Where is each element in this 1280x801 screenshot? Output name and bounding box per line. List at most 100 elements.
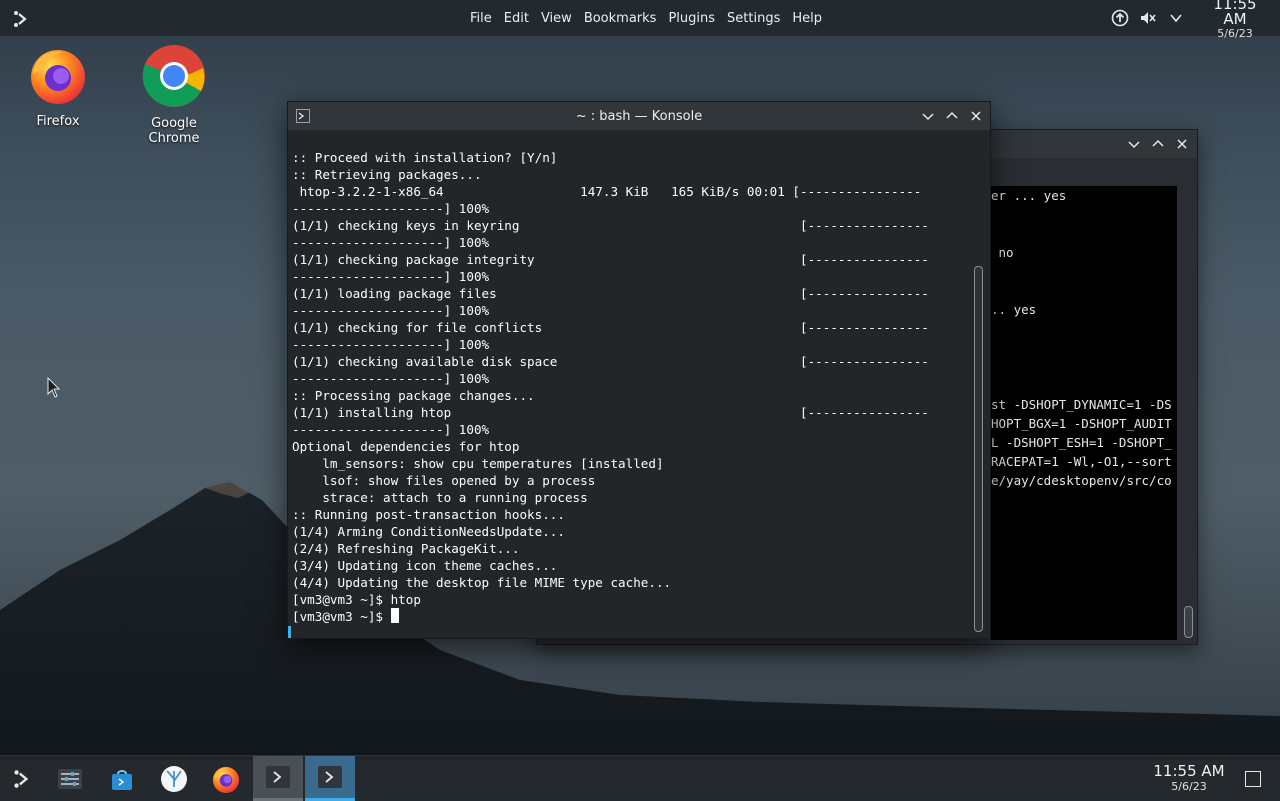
terminal-line: (1/1) checking keys in keyring [--------…: [292, 218, 929, 233]
application-launcher-icon[interactable]: [10, 8, 32, 30]
close-button[interactable]: [968, 108, 984, 124]
scrollbar-thumb[interactable]: [974, 266, 983, 632]
terminal-line: --------------------] 100%: [292, 235, 490, 250]
scrollbar[interactable]: [1183, 186, 1193, 638]
terminal-line: e/yay/cdesktopenv/src/co: [991, 473, 1172, 488]
background-terminal-output[interactable]: er ... yes no .. yes st -DSHOPT_DYNAMIC=…: [991, 186, 1177, 640]
terminal-text: :: Proceed with installation? [Y/n]:: Re…: [292, 149, 964, 608]
terminal-line: (4/4) Updating the desktop file MIME typ…: [292, 575, 672, 590]
global-menu-bar: File Edit View Bookmarks Plugins Setting…: [464, 0, 828, 36]
terminal-icon: [266, 766, 290, 788]
terminal-line: (1/1) installing htop [----------------: [292, 405, 929, 420]
top-panel: File Edit View Bookmarks Plugins Setting…: [0, 0, 1280, 39]
terminal-line: lm_sensors: show cpu temperatures [insta…: [292, 456, 664, 471]
mouse-pointer-icon: [47, 377, 61, 398]
coral-app-launcher[interactable]: [152, 756, 196, 801]
terminal-line: :: Running post-transaction hooks...: [292, 507, 565, 522]
konsole-icon[interactable]: [296, 108, 310, 123]
show-desktop-button[interactable]: [1245, 771, 1261, 787]
terminal-line: --------------------] 100%: [292, 269, 490, 284]
terminal-line: (1/1) checking package integrity [------…: [292, 252, 929, 267]
system-tray: 11:55 AM 5/6/23: [1110, 0, 1280, 39]
menu-settings[interactable]: Settings: [721, 11, 786, 26]
system-settings-launcher[interactable]: [48, 756, 92, 801]
menu-plugins[interactable]: Plugins: [662, 11, 721, 26]
update-notifier-icon[interactable]: [1110, 8, 1130, 28]
top-clock[interactable]: 11:55 AM 5/6/23: [1200, 0, 1270, 39]
settings-sliders-icon: [58, 768, 82, 789]
terminal-line: :: Proceed with installation? [Y/n]: [292, 150, 558, 165]
terminal-line: no: [991, 245, 1014, 260]
firefox-icon: [212, 766, 240, 793]
desktop-icon-chrome[interactable]: Google Chrome: [124, 44, 224, 146]
terminal-line: RACEPAT=1 -Wl,-O1,--sort: [991, 454, 1172, 469]
task-konsole[interactable]: [305, 756, 355, 801]
top-clock-time: 11:55 AM: [1213, 0, 1257, 28]
terminal-line: [vm3@vm3 ~]$ htop: [292, 592, 421, 607]
terminal-line: st -DSHOPT_DYNAMIC=1 -DS: [991, 397, 1172, 412]
terminal-line: HOPT_BGX=1 -DSHOPT_AUDIT: [991, 416, 1172, 431]
maximize-button[interactable]: [944, 108, 960, 124]
window-titlebar[interactable]: ~ : bash — Konsole: [288, 102, 990, 130]
chrome-icon: [142, 45, 205, 107]
desktop-icon-label: Firefox: [36, 114, 80, 129]
task-background-terminal[interactable]: [253, 756, 303, 801]
focus-indicator: [288, 626, 291, 638]
menu-help[interactable]: Help: [786, 11, 828, 26]
terminal-line: er ... yes: [991, 188, 1067, 203]
terminal-prompt-line[interactable]: [vm3@vm3 ~]$: [292, 608, 964, 625]
terminal-line: --------------------] 100%: [292, 337, 490, 352]
terminal-line: --------------------] 100%: [292, 303, 490, 318]
terminal-prompt: [vm3@vm3 ~]$: [292, 609, 391, 624]
application-launcher-button[interactable]: [0, 756, 44, 801]
taskbar-clock[interactable]: 11:55 AM 5/6/23: [1150, 762, 1228, 793]
scrollbar-thumb[interactable]: [1184, 606, 1193, 638]
terminal-line: .. yes: [991, 302, 1037, 317]
terminal-line: --------------------] 100%: [292, 422, 490, 437]
desktop-icon-firefox[interactable]: Firefox: [8, 44, 108, 129]
close-button[interactable]: [1174, 136, 1190, 152]
maximize-button[interactable]: [1150, 136, 1166, 152]
konsole-window[interactable]: ~ : bash — Konsole :: Proceed with insta…: [287, 101, 991, 639]
terminal-line: htop-3.2.2-1-x86_64 147.3 KiB 165 KiB/s …: [292, 184, 922, 199]
bottom-taskbar: 11:55 AM 5/6/23: [0, 755, 1280, 801]
volume-muted-icon[interactable]: [1138, 8, 1158, 28]
menu-edit[interactable]: Edit: [498, 11, 535, 26]
menu-file[interactable]: File: [464, 11, 498, 26]
taskbar-clock-date: 5/6/23: [1171, 780, 1207, 793]
terminal-line: (2/4) Refreshing PackageKit...: [292, 541, 520, 556]
terminal-line: (1/1) checking available disk space [---…: [292, 354, 929, 369]
terminal-line: (1/1) checking for file conflicts [-----…: [292, 320, 929, 335]
minimize-button[interactable]: [920, 108, 936, 124]
desktop-icon-label: Google Chrome: [148, 116, 200, 146]
terminal-output[interactable]: :: Proceed with installation? [Y/n]:: Re…: [292, 149, 964, 637]
menu-view[interactable]: View: [535, 11, 578, 26]
minimize-button[interactable]: [1126, 136, 1142, 152]
chevron-down-icon[interactable]: [1166, 8, 1186, 28]
menu-bookmarks[interactable]: Bookmarks: [578, 11, 663, 26]
discover-launcher[interactable]: [100, 756, 144, 801]
terminal-line: :: Processing package changes...: [292, 388, 535, 403]
terminal-line: Optional dependencies for htop: [292, 439, 520, 454]
top-clock-date: 5/6/23: [1217, 27, 1253, 40]
terminal-line: (1/4) Arming ConditionNeedsUpdate...: [292, 524, 565, 539]
terminal-line: L -DSHOPT_ESH=1 -DSHOPT_: [991, 435, 1172, 450]
shopping-bag-icon: [112, 769, 132, 790]
terminal-line: :: Retrieving packages...: [292, 167, 482, 182]
scrollbar[interactable]: [972, 142, 984, 634]
terminal-line: lsof: show files opened by a process: [292, 473, 596, 488]
terminal-line: --------------------] 100%: [292, 201, 490, 216]
firefox-launcher[interactable]: [204, 756, 248, 801]
firefox-icon: [31, 50, 85, 104]
launcher-icon: [14, 769, 29, 788]
text-cursor: [390, 608, 399, 623]
terminal-line: (3/4) Updating icon theme caches...: [292, 558, 558, 573]
taskbar-clock-time: 11:55 AM: [1153, 762, 1225, 780]
